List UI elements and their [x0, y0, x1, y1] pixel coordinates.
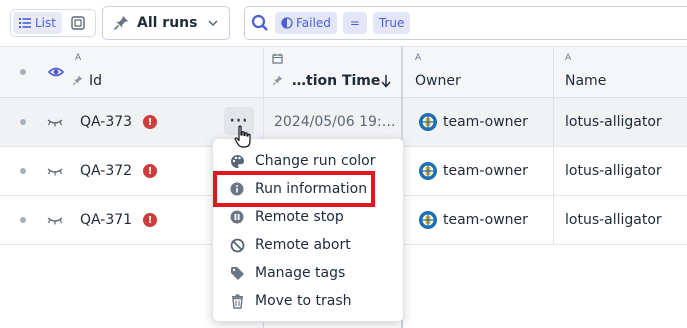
- eye-closed-icon[interactable]: [47, 166, 63, 176]
- search-icon: [251, 14, 268, 31]
- filter-chip-operator-label: =: [349, 16, 360, 30]
- all-runs-dropdown[interactable]: All runs: [102, 6, 230, 40]
- eye-closed-icon[interactable]: [47, 117, 63, 127]
- info-icon: [229, 181, 245, 197]
- list-icon: [19, 18, 31, 28]
- header-dot: [20, 69, 26, 75]
- menu-item-label: Manage tags: [255, 265, 346, 281]
- list-view-label: List: [35, 16, 56, 30]
- palette-icon: [229, 153, 245, 169]
- column-header-name[interactable]: A Name: [554, 47, 687, 98]
- grid-view-button[interactable]: [70, 15, 86, 31]
- column-header-id[interactable]: A Id: [70, 47, 260, 98]
- row-select-cell[interactable]: [20, 196, 26, 244]
- filter-chip-field-label: Failed: [296, 16, 331, 30]
- filter-chip-value-label: True: [378, 16, 405, 30]
- toolbar: List All runs Failed = True: [0, 0, 687, 46]
- row-select-cell[interactable]: [20, 98, 26, 146]
- run-id[interactable]: QA-373: [80, 98, 132, 146]
- owner-cell: team-owner: [418, 98, 528, 146]
- menu-item-label: Run information: [255, 181, 368, 197]
- pause-icon: [229, 209, 245, 225]
- pin-icon: [113, 16, 128, 31]
- row-visibility-toggle[interactable]: [47, 147, 63, 195]
- run-name: lotus-alligator: [565, 163, 662, 179]
- table-header: A Id …tion Time A Owner A Name: [0, 47, 687, 98]
- pin-icon: [72, 75, 83, 86]
- column-label-name: Name: [565, 73, 607, 89]
- eye-closed-icon[interactable]: [47, 215, 63, 225]
- row-dot: [20, 217, 26, 223]
- owner-name: team-owner: [443, 212, 528, 228]
- eye-icon[interactable]: [48, 65, 64, 79]
- trash-icon: [229, 293, 245, 309]
- grid-icon: [71, 16, 85, 30]
- header-select-cell: [18, 47, 30, 98]
- owner-avatar-icon: [419, 113, 437, 131]
- tag-icon: [229, 265, 245, 281]
- view-toggle: List: [10, 9, 96, 37]
- menu-item-move-to-trash[interactable]: Move to trash: [213, 287, 405, 315]
- failed-status-icon: !: [143, 147, 157, 195]
- hand-cursor-icon: [234, 125, 251, 148]
- menu-item-change-run-color[interactable]: Change run color: [213, 147, 405, 175]
- failed-badge: !: [143, 213, 157, 227]
- row-dot: [20, 168, 26, 174]
- column-label-id: Id: [89, 73, 103, 89]
- filter-chip-operator[interactable]: =: [342, 12, 367, 34]
- menu-item-run-information[interactable]: Run information: [213, 175, 405, 203]
- menu-item-label: Remote stop: [255, 209, 344, 225]
- list-view-button[interactable]: List: [13, 12, 62, 34]
- owner-name: team-owner: [443, 114, 528, 130]
- run-name: lotus-alligator: [565, 212, 662, 228]
- filter-chip-value[interactable]: True: [372, 12, 411, 34]
- column-header-owner[interactable]: A Owner: [403, 47, 553, 98]
- failed-status-icon: !: [143, 196, 157, 244]
- column-label-time: …tion Time: [292, 73, 381, 89]
- menu-item-label: Change run color: [255, 153, 376, 169]
- run-id[interactable]: QA-371: [80, 196, 132, 244]
- column-type-marker: A: [415, 53, 422, 63]
- run-name: lotus-alligator: [565, 114, 662, 130]
- menu-item-remote-stop[interactable]: Remote stop: [213, 203, 405, 231]
- owner-avatar-icon: [419, 162, 437, 180]
- owner-cell: team-owner: [418, 196, 528, 244]
- pin-icon: [272, 75, 283, 86]
- sort-descending-icon[interactable]: [380, 74, 392, 88]
- column-type-marker: A: [75, 53, 82, 63]
- failed-badge: !: [143, 164, 157, 178]
- filter-chip-field[interactable]: Failed: [275, 12, 337, 34]
- column-header-time[interactable]: …tion Time: [264, 47, 401, 98]
- row-context-menu: Change run color Run information Remote …: [212, 138, 404, 322]
- failed-badge: !: [143, 115, 157, 129]
- menu-item-remote-abort[interactable]: Remote abort: [213, 231, 405, 259]
- abort-icon: [229, 237, 245, 253]
- half-circle-icon: [281, 17, 293, 29]
- calendar-icon: [272, 53, 283, 64]
- row-dot: [20, 119, 26, 125]
- menu-item-manage-tags[interactable]: Manage tags: [213, 259, 405, 287]
- column-label-owner: Owner: [415, 73, 461, 89]
- row-select-cell[interactable]: [20, 147, 26, 195]
- row-visibility-toggle[interactable]: [47, 196, 63, 244]
- owner-name: team-owner: [443, 163, 528, 179]
- owner-avatar-icon: [419, 211, 437, 229]
- row-visibility-toggle[interactable]: [47, 98, 63, 146]
- column-type-marker: A: [565, 53, 572, 63]
- failed-status-icon: !: [143, 98, 157, 146]
- run-id[interactable]: QA-372: [80, 147, 132, 195]
- menu-item-label: Move to trash: [255, 293, 352, 309]
- all-runs-label: All runs: [137, 15, 198, 31]
- column-divider: [553, 98, 554, 245]
- header-visibility-cell[interactable]: [46, 47, 66, 98]
- query-search-box[interactable]: Failed = True: [244, 6, 687, 40]
- menu-item-label: Remote abort: [255, 237, 351, 253]
- owner-cell: team-owner: [418, 147, 528, 195]
- chevron-down-icon: [208, 20, 218, 27]
